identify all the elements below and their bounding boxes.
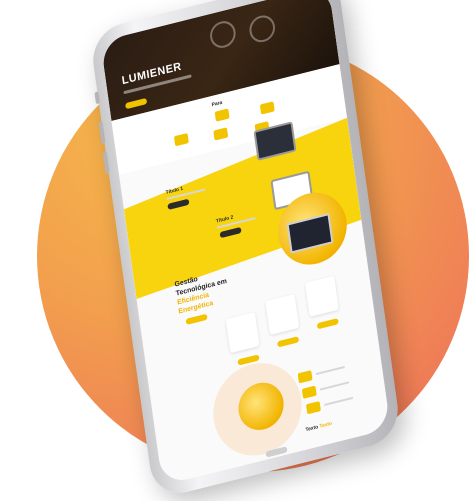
benefit-card [304, 275, 339, 317]
feature-list-icon [301, 385, 317, 399]
feature-list-text [315, 365, 346, 376]
footer-title: Texto Texto [305, 421, 332, 434]
benefit-card [225, 312, 260, 354]
services-heading: Para [211, 99, 223, 109]
footer-title-text: Texto [305, 424, 319, 434]
lightbulb-icon [247, 12, 277, 45]
lightbulb-icon [208, 18, 238, 51]
service-icon [213, 127, 229, 141]
feature-list-text [323, 396, 354, 407]
service-icon [259, 101, 275, 115]
footer-title-accent: Texto [319, 420, 333, 430]
hero-cta-button[interactable] [125, 97, 148, 110]
phone-screen: LUMIENER Para Título 1 Título 2 Gestão T… [100, 0, 391, 486]
feature-list-icon [297, 370, 313, 384]
service-icon [173, 133, 189, 147]
benefit-card [265, 293, 300, 336]
feature-list-icon [305, 401, 321, 415]
mute-switch [94, 91, 100, 105]
feature-cta-button[interactable] [185, 313, 208, 325]
card-button[interactable] [277, 336, 300, 348]
card-button[interactable] [316, 318, 339, 330]
service-icon [214, 108, 230, 123]
feature-list-text [319, 381, 350, 391]
scene: LUMIENER Para Título 1 Título 2 Gestão T… [0, 0, 470, 500]
